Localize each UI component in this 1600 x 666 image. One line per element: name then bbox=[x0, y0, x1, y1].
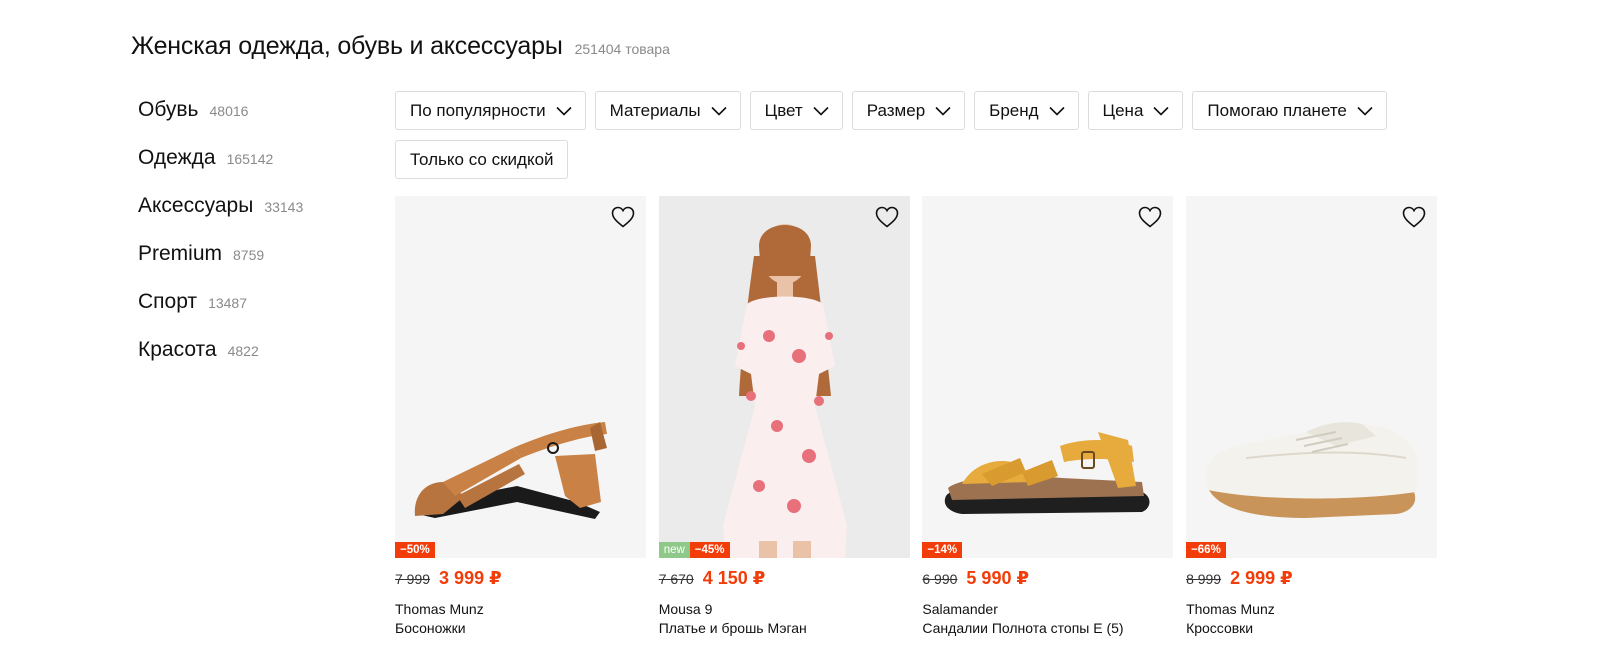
chevron-down-icon bbox=[1048, 106, 1065, 116]
color-filter-label: Цвет bbox=[764, 100, 803, 120]
sneakers-image bbox=[1206, 422, 1419, 518]
product-name: Платье и брошь Мэган bbox=[658, 620, 807, 636]
sidebar-item-count: 4822 bbox=[227, 343, 259, 359]
old-price: 6 990 bbox=[922, 571, 958, 587]
chevron-down-icon bbox=[556, 106, 572, 116]
sidebar-item-premium[interactable]: Premium 8759 bbox=[138, 238, 368, 286]
sandals-image bbox=[945, 432, 1150, 514]
price-row: 7 670 4 150 ₽ bbox=[659, 568, 910, 589]
planet-filter-label: Помогаю планете bbox=[1207, 100, 1347, 120]
color-filter[interactable]: Цвет bbox=[749, 91, 843, 130]
sidebar-item-shoes[interactable]: Обувь 48016 bbox=[138, 94, 368, 142]
price-row: 8 999 2 999 ₽ bbox=[1186, 568, 1437, 589]
product-card[interactable]: new −45% 7 670 4 150 ₽ Mousa 9 Платье и … bbox=[658, 196, 910, 636]
chevron-down-icon bbox=[711, 106, 727, 116]
old-price: 7 999 bbox=[395, 571, 431, 587]
current-price: 2 999 ₽ bbox=[1230, 568, 1293, 588]
product-image[interactable]: −66% bbox=[1186, 196, 1438, 558]
product-card[interactable]: −66% 8 999 2 999 ₽ Thomas Munz Кроссовки bbox=[1186, 196, 1438, 636]
heart-outline-icon[interactable] bbox=[610, 205, 636, 229]
product-brand: Thomas Munz bbox=[395, 601, 484, 617]
heart-outline-icon[interactable] bbox=[874, 205, 900, 229]
discount-only-toggle[interactable]: Только со скидкой bbox=[395, 140, 568, 179]
current-price: 4 150 ₽ bbox=[702, 568, 766, 588]
brand-filter-label: Бренд bbox=[989, 100, 1039, 120]
product-name: Кроссовки bbox=[1186, 620, 1254, 636]
old-price: 8 999 bbox=[1186, 571, 1222, 587]
badges: −14% bbox=[922, 542, 963, 558]
heart-outline-icon[interactable] bbox=[1401, 205, 1427, 229]
product-image[interactable]: new −45% bbox=[658, 196, 910, 558]
discount-badge: −14% bbox=[922, 542, 963, 558]
chevron-down-icon bbox=[1357, 106, 1373, 116]
page-header: Женская одежда, обувь и аксессуары 25140… bbox=[131, 32, 670, 61]
sidebar-item-count: 8759 bbox=[233, 247, 265, 263]
sidebar-item-label: Обувь bbox=[138, 98, 199, 121]
materials-filter[interactable]: Материалы bbox=[594, 91, 741, 130]
product-name: Сандалии Полнота стопы E (5) bbox=[922, 620, 1124, 636]
sidebar-item-clothing[interactable]: Одежда 165142 bbox=[138, 142, 368, 190]
sidebar-item-label: Premium bbox=[138, 242, 223, 265]
product-brand: Mousa 9 bbox=[658, 601, 713, 617]
sidebar-item-count: 33143 bbox=[264, 199, 304, 215]
sidebar-item-count: 165142 bbox=[226, 151, 274, 167]
price-row: 7 999 3 999 ₽ bbox=[395, 568, 646, 589]
products-total-count: 251404 товара bbox=[574, 41, 670, 57]
discount-badge: −66% bbox=[1186, 542, 1226, 558]
current-price: 3 999 ₽ bbox=[439, 568, 502, 588]
sort-dropdown-label: По популярности bbox=[410, 100, 546, 120]
chevron-down-icon bbox=[1153, 106, 1169, 116]
category-sidebar: Обувь 48016 Одежда 165142 Аксессуары 331… bbox=[138, 94, 368, 382]
sidebar-item-label: Аксессуары bbox=[138, 194, 254, 217]
sandals-image bbox=[414, 422, 607, 519]
sidebar-item-sport[interactable]: Спорт 13487 bbox=[138, 286, 368, 334]
page-title: Женская одежда, обувь и аксессуары bbox=[131, 32, 563, 60]
price-row: 6 990 5 990 ₽ bbox=[922, 568, 1173, 589]
price-filter-label: Цена bbox=[1102, 100, 1144, 120]
discount-badge: −50% bbox=[395, 542, 435, 558]
badges: −66% bbox=[1186, 542, 1226, 558]
size-filter[interactable]: Размер bbox=[851, 91, 966, 130]
sidebar-item-count: 48016 bbox=[209, 103, 249, 119]
size-filter-label: Размер bbox=[866, 100, 926, 120]
sidebar-item-accessories[interactable]: Аксессуары 33143 bbox=[138, 190, 368, 238]
product-card[interactable]: −14% 6 990 5 990 ₽ Salamander Сандалии П… bbox=[922, 196, 1174, 636]
product-brand: Salamander bbox=[922, 601, 998, 617]
sort-dropdown[interactable]: По популярности bbox=[395, 91, 586, 130]
chevron-down-icon bbox=[813, 106, 829, 116]
sidebar-item-label: Красота bbox=[138, 338, 217, 361]
product-image[interactable]: −50% bbox=[395, 196, 646, 558]
sidebar-item-label: Спорт bbox=[138, 290, 198, 313]
old-price: 7 670 bbox=[658, 571, 694, 587]
sidebar-item-label: Одежда bbox=[138, 146, 216, 169]
chevron-down-icon bbox=[935, 106, 951, 116]
discount-only-label: Только со скидкой bbox=[410, 149, 554, 169]
product-card[interactable]: −50% 7 999 3 999 ₽ Thomas Munz Босоножки bbox=[395, 196, 646, 636]
sidebar-item-beauty[interactable]: Красота 4822 bbox=[138, 334, 368, 382]
badges: new −45% bbox=[658, 542, 730, 558]
product-name: Босоножки bbox=[395, 620, 466, 636]
product-grid: −50% 7 999 3 999 ₽ Thomas Munz Босоножки bbox=[395, 196, 1450, 636]
dress-model-image bbox=[658, 196, 910, 558]
materials-filter-label: Материалы bbox=[609, 100, 701, 120]
badges: −50% bbox=[395, 542, 435, 558]
heart-outline-icon[interactable] bbox=[1137, 205, 1163, 229]
new-badge: new bbox=[658, 542, 690, 558]
sidebar-item-count: 13487 bbox=[208, 295, 247, 311]
filter-bar: По популярности Материалы Цвет Размер Бр… bbox=[395, 91, 1445, 179]
planet-filter[interactable]: Помогаю планете bbox=[1192, 91, 1387, 130]
product-image[interactable]: −14% bbox=[922, 196, 1174, 558]
brand-filter[interactable]: Бренд bbox=[974, 91, 1079, 130]
current-price: 5 990 ₽ bbox=[966, 568, 1029, 588]
discount-badge: −45% bbox=[689, 542, 730, 558]
product-brand: Thomas Munz bbox=[1186, 601, 1275, 617]
price-filter[interactable]: Цена bbox=[1087, 91, 1184, 130]
